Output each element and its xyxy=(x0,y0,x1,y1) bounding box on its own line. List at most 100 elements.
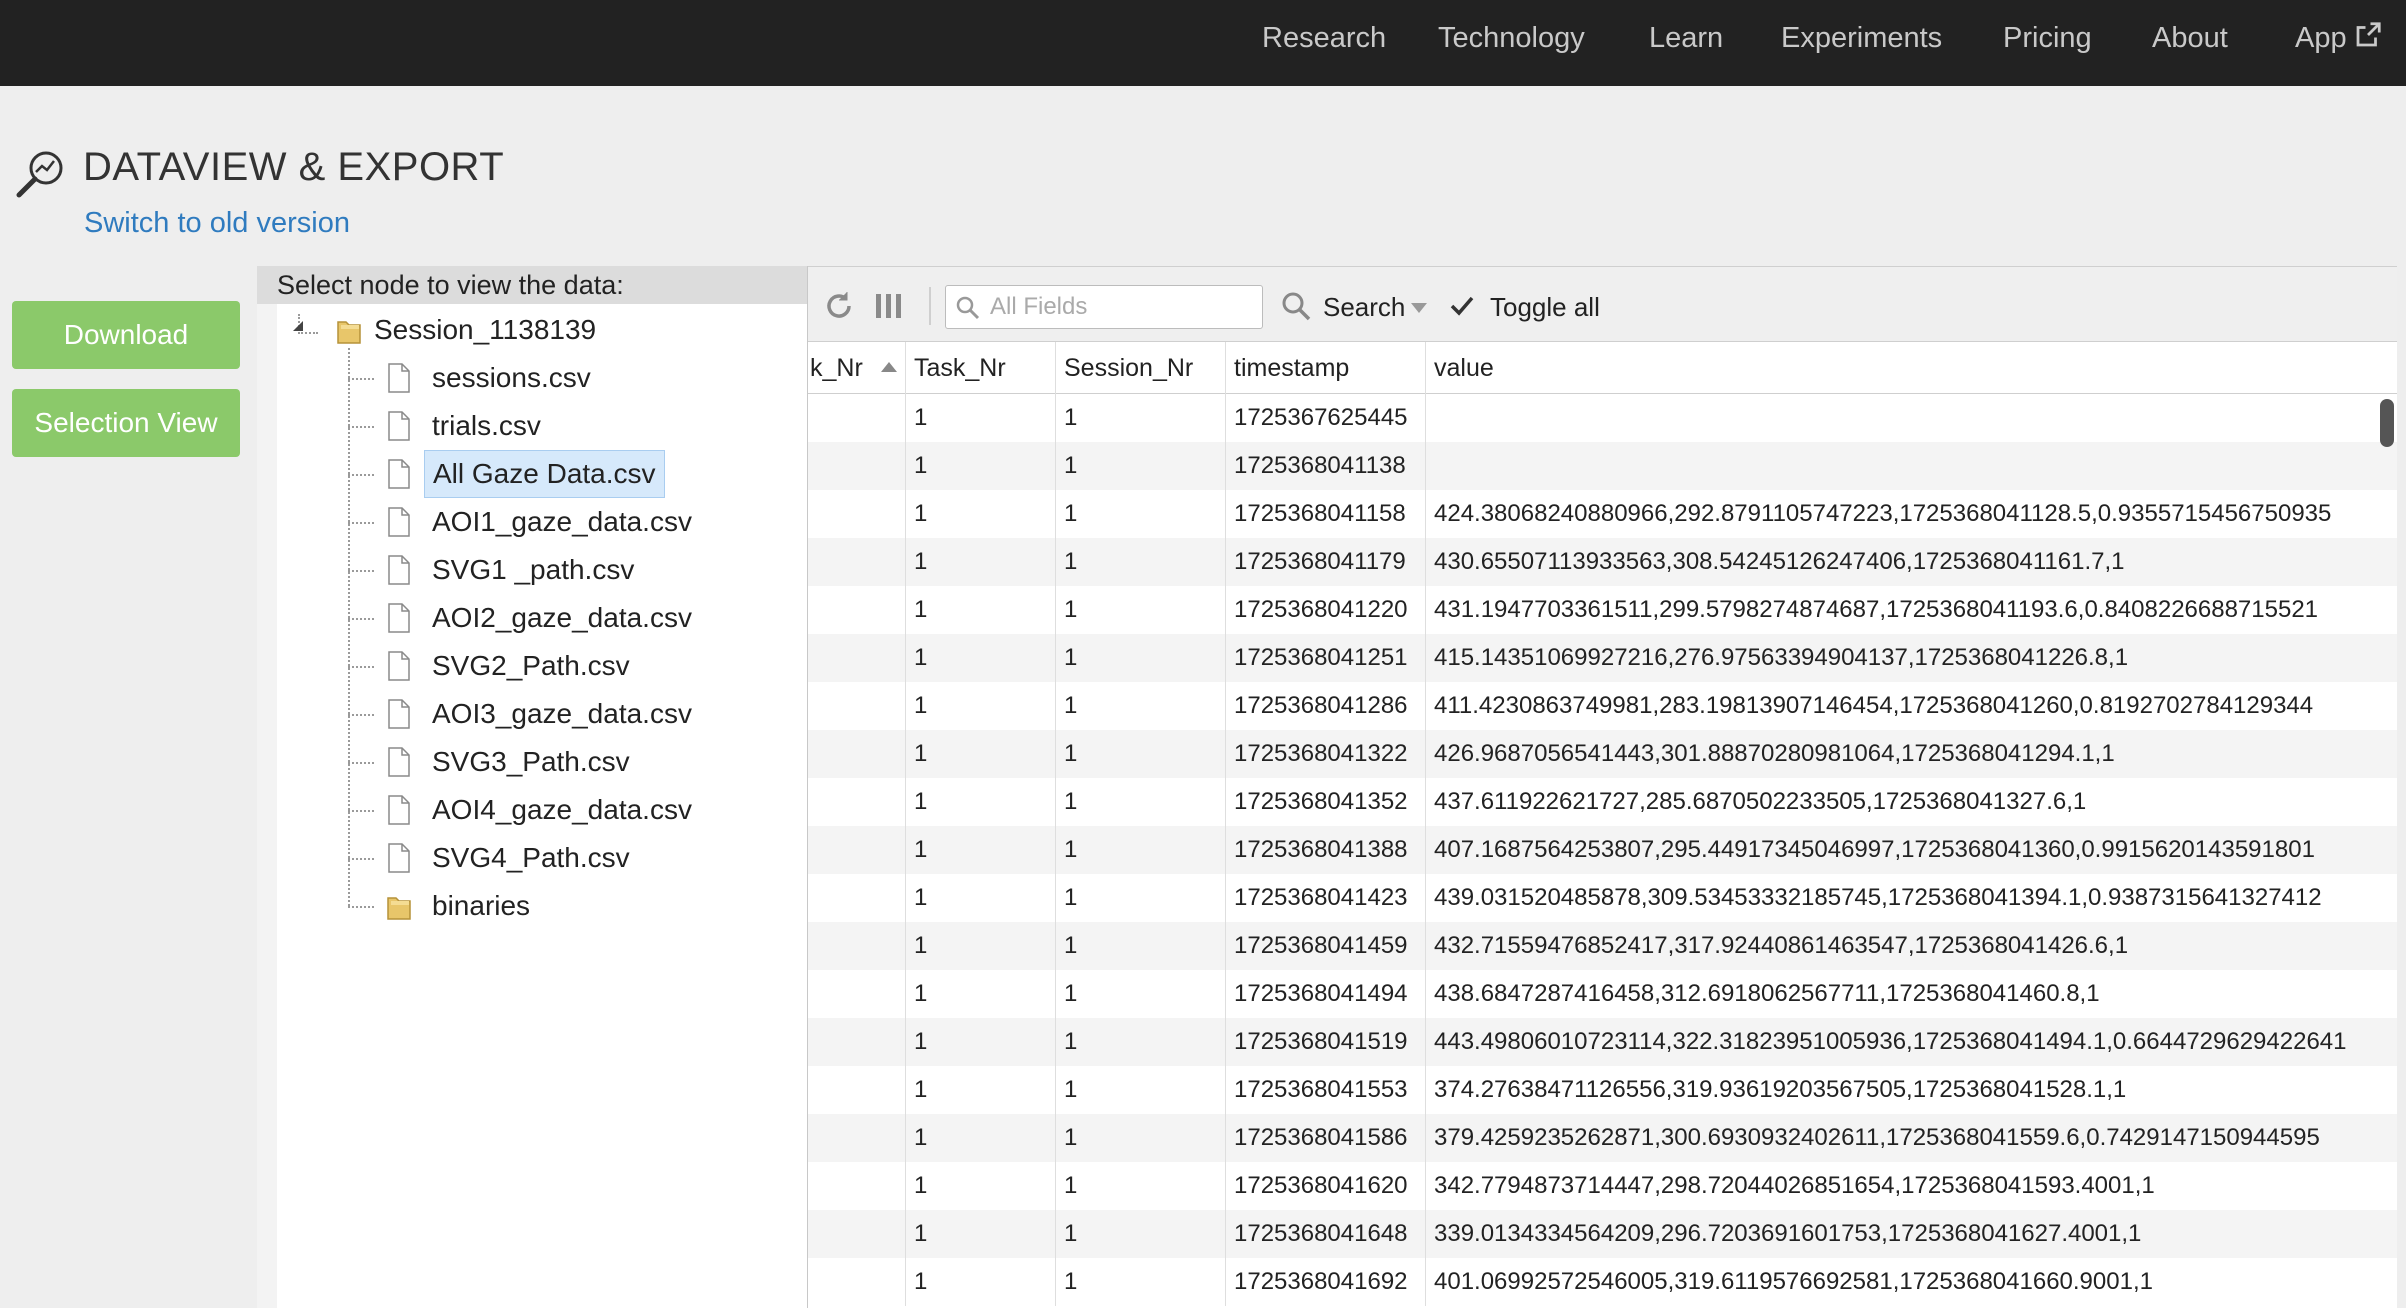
tree-node-label: SVG3_Path.csv xyxy=(432,746,630,777)
table-row[interactable]: 1 1 1725368041620 342.7794873714447,298.720… xyxy=(808,1162,2397,1210)
check-icon xyxy=(1450,296,1474,316)
table-row[interactable]: 1 1 1725368041519 443.49806010723114,322.31… xyxy=(808,1018,2397,1066)
cell-session-nr: 1 xyxy=(1056,1258,1226,1306)
nav-pricing[interactable]: Pricing xyxy=(2003,0,2092,86)
tree-connector xyxy=(348,714,374,716)
table-row[interactable]: 1 1 1725368041586 379.4259235262871,300.693… xyxy=(808,1114,2397,1162)
file-icon xyxy=(388,507,410,537)
download-button[interactable]: Download xyxy=(12,301,240,369)
cell-timestamp: 1725368041251 xyxy=(1226,634,1426,682)
cell-value: 424.38068240880966,292.8791105747223,172… xyxy=(1434,500,2332,527)
nav-experiments[interactable]: Experiments xyxy=(1781,0,1942,86)
search-placeholder: All Fields xyxy=(990,293,1088,320)
cell-task-nr: 1 xyxy=(906,1066,1056,1114)
cell-task-nr: 1 xyxy=(906,442,1056,490)
table-row[interactable]: 1 1 1725368041648 339.0134334564209,296.720… xyxy=(808,1210,2397,1258)
cell-session-nr: 1 xyxy=(1056,826,1226,874)
tree-connector xyxy=(348,858,374,860)
nav-app[interactable]: App xyxy=(2295,0,2383,86)
cell-session-nr: 1 xyxy=(1056,394,1226,442)
selection-view-button[interactable]: Selection View xyxy=(12,389,240,457)
cell-value: 439.031520485878,309.53453332185745,1725… xyxy=(1434,884,2322,911)
file-icon xyxy=(388,459,410,489)
cell-session-nr: 1 xyxy=(1056,1114,1226,1162)
file-icon xyxy=(388,411,410,441)
page-title: DATAVIEW & EXPORT xyxy=(83,145,505,189)
search-button[interactable]: Search xyxy=(1323,287,1405,327)
tree-connector xyxy=(348,810,374,812)
columns-icon[interactable] xyxy=(872,289,906,323)
table-row[interactable]: 1 1 1725368041138 xyxy=(808,442,2397,490)
tree-connector xyxy=(348,618,374,620)
folder-icon xyxy=(337,321,361,344)
tree-connector xyxy=(348,378,374,380)
collapse-toggle-icon[interactable] xyxy=(292,320,304,332)
table-row[interactable]: 1 1 1725368041286 411.4230863749981,283.198… xyxy=(808,682,2397,730)
cell-timestamp: 1725368041648 xyxy=(1226,1210,1426,1258)
cell-value: 374.27638471126556,319.93619203567505,17… xyxy=(1434,1076,2127,1103)
cell-timestamp: 1725368041692 xyxy=(1226,1258,1426,1306)
cell-task-nr: 1 xyxy=(906,538,1056,586)
file-icon xyxy=(388,795,410,825)
cell-timestamp: 1725368041586 xyxy=(1226,1114,1426,1162)
cell-task-nr: 1 xyxy=(906,1114,1056,1162)
tree-connector xyxy=(298,332,318,334)
cell-session-nr: 1 xyxy=(1056,778,1226,826)
cell-session-nr: 1 xyxy=(1056,538,1226,586)
cell-k-nr xyxy=(808,730,906,778)
table-row[interactable]: 1 1 1725368041158 424.38068240880966,292.87… xyxy=(808,490,2397,538)
cell-k-nr xyxy=(808,1258,906,1306)
nav-learn[interactable]: Learn xyxy=(1649,0,1723,86)
table-row[interactable]: 1 1 1725368041352 437.611922621727,285.6870… xyxy=(808,778,2397,826)
table-row[interactable]: 1 1 1725368041322 426.9687056541443,301.888… xyxy=(808,730,2397,778)
refresh-icon[interactable] xyxy=(822,289,856,323)
vertical-scrollbar[interactable] xyxy=(2380,399,2394,447)
column-header-timestamp[interactable]: timestamp xyxy=(1226,342,1426,394)
cell-timestamp: 1725368041286 xyxy=(1226,682,1426,730)
table-row[interactable]: 1 1 1725367625445 xyxy=(808,394,2397,442)
table-row[interactable]: 1 1 1725368041220 431.1947703361511,299.579… xyxy=(808,586,2397,634)
tree-node-label: AOI3_gaze_data.csv xyxy=(432,698,692,729)
cell-timestamp: 1725368041158 xyxy=(1226,490,1426,538)
table-row[interactable]: 1 1 1725368041423 439.031520485878,309.5345… xyxy=(808,874,2397,922)
sort-ascending-icon xyxy=(881,362,897,372)
column-header-session-nr[interactable]: Session_Nr xyxy=(1056,342,1226,394)
nav-about[interactable]: About xyxy=(2152,0,2228,86)
cell-value: 431.1947703361511,299.5798274874687,1725… xyxy=(1434,596,2319,623)
cell-k-nr xyxy=(808,634,906,682)
table-row[interactable]: 1 1 1725368041251 415.14351069927216,276.97… xyxy=(808,634,2397,682)
tree-node-label: trials.csv xyxy=(432,410,541,441)
nav-research[interactable]: Research xyxy=(1262,0,1386,86)
table-row[interactable]: 1 1 1725368041692 401.06992572546005,319.61… xyxy=(808,1258,2397,1306)
chevron-down-icon[interactable] xyxy=(1411,303,1427,313)
nav-technology[interactable]: Technology xyxy=(1438,0,1585,86)
tree-node-label: Session_1138139 xyxy=(374,314,597,345)
column-header-value[interactable]: value xyxy=(1426,342,2397,394)
search-input[interactable]: All Fields xyxy=(945,285,1263,329)
cell-timestamp: 1725368041138 xyxy=(1226,442,1426,490)
cell-timestamp: 1725368041388 xyxy=(1226,826,1426,874)
cell-k-nr xyxy=(808,1210,906,1258)
cell-session-nr: 1 xyxy=(1056,970,1226,1018)
switch-old-version-link[interactable]: Switch to old version xyxy=(84,207,350,240)
cell-value: 430.65507113933563,308.54245126247406,17… xyxy=(1434,548,2125,575)
column-header-task-nr[interactable]: Task_Nr xyxy=(906,342,1056,394)
cell-session-nr: 1 xyxy=(1056,1210,1226,1258)
cell-value: 426.9687056541443,301.88870280981064,172… xyxy=(1434,740,2115,767)
column-header-k-nr[interactable]: k_Nr xyxy=(808,342,906,394)
cell-task-nr: 1 xyxy=(906,634,1056,682)
table-row[interactable]: 1 1 1725368041494 438.6847287416458,312.691… xyxy=(808,970,2397,1018)
table-row[interactable]: 1 1 1725368041553 374.27638471126556,319.93… xyxy=(808,1066,2397,1114)
table-row[interactable]: 1 1 1725368041388 407.1687564253807,295.449… xyxy=(808,826,2397,874)
tree-node-label: SVG4_Path.csv xyxy=(432,842,630,873)
table-row[interactable]: 1 1 1725368041179 430.65507113933563,308.54… xyxy=(808,538,2397,586)
tree-connector xyxy=(348,570,374,572)
table-row[interactable]: 1 1 1725368041459 432.71559476852417,317.92… xyxy=(808,922,2397,970)
tree-header: Select node to view the data: xyxy=(257,266,807,304)
cell-k-nr xyxy=(808,826,906,874)
cell-k-nr xyxy=(808,1066,906,1114)
toggle-all-button[interactable]: Toggle all xyxy=(1490,287,1600,327)
search-icon[interactable] xyxy=(1279,289,1313,323)
cell-session-nr: 1 xyxy=(1056,634,1226,682)
cell-task-nr: 1 xyxy=(906,778,1056,826)
